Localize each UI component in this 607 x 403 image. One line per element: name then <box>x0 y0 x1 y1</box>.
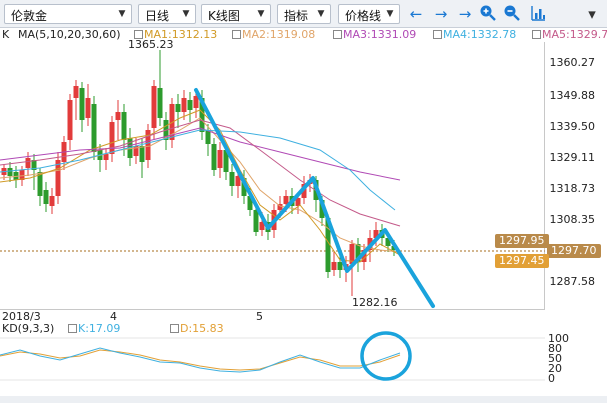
checkbox-icon[interactable] <box>68 324 77 333</box>
period-select[interactable]: 日线 ▼ <box>138 4 196 24</box>
candle-body <box>49 196 55 206</box>
indicator-select-value: 指标 <box>284 9 309 23</box>
y-tick-label: 1308.35 <box>549 213 596 226</box>
back-arrow-icon[interactable]: ← <box>406 4 426 24</box>
candle-body <box>79 88 85 120</box>
price-tag-ma2: 1297.45 <box>495 254 549 268</box>
candle-body <box>331 262 337 270</box>
candle-body <box>229 172 235 186</box>
y-tick-label: 1318.73 <box>549 182 596 195</box>
y-tick-label: 1349.88 <box>549 89 596 102</box>
current-price-tag: 1297.70 <box>547 244 601 258</box>
candle-body <box>55 160 61 196</box>
candlestick-chart[interactable] <box>0 42 545 396</box>
ma4-value: MA4:1332.78 <box>443 28 517 41</box>
y-tick-label: 1329.11 <box>549 151 596 164</box>
y-tick-label: 1287.58 <box>549 275 596 288</box>
candle-body <box>25 158 31 168</box>
chevron-down-icon: ▼ <box>257 9 265 19</box>
instrument-select-value: 伦敦金 <box>11 9 48 23</box>
k-label: K <box>2 28 10 41</box>
candle-body <box>151 86 157 128</box>
ma4-legend[interactable]: MA4:1332.78 <box>433 28 516 41</box>
kd-d-value: D:15.83 <box>180 322 224 335</box>
bottom-status-strip <box>0 396 607 403</box>
chevron-down-icon: ▼ <box>317 9 325 19</box>
candle-body <box>193 96 199 108</box>
ma3-value: MA3:1331.09 <box>343 28 417 41</box>
candles-group <box>1 50 397 296</box>
period-select-value: 日线 <box>145 9 170 23</box>
candle-body <box>121 112 127 140</box>
kd-k-legend[interactable]: K:17.09 <box>68 322 120 335</box>
candle-body <box>211 144 217 170</box>
candle-body <box>67 100 73 140</box>
chevron-down-icon: ▼ <box>182 9 190 19</box>
y-tick-label: 1360.27 <box>549 56 596 69</box>
price-tag-ma: 1297.95 <box>495 234 549 248</box>
checkbox-icon[interactable] <box>170 324 179 333</box>
kd-k-line <box>0 347 401 373</box>
candle-body <box>217 150 223 168</box>
chevron-down-icon[interactable]: ▾ <box>582 4 602 24</box>
candle-body <box>139 146 145 162</box>
candle-body <box>85 98 91 118</box>
ma5-legend[interactable]: MA5:1329.7 <box>532 28 607 41</box>
ma5-value: MA5:1329.7 <box>542 28 607 41</box>
ma3-legend[interactable]: MA3:1331.09 <box>333 28 416 41</box>
drawn-circle-annotation <box>360 331 412 381</box>
forward-arrow-icon-2[interactable]: → <box>455 4 475 24</box>
zoom-in-icon[interactable] <box>478 4 498 24</box>
line-type-select-value: 价格线 <box>345 9 382 23</box>
kd-d-legend[interactable]: D:15.83 <box>170 322 224 335</box>
checkbox-icon[interactable] <box>532 30 541 39</box>
candle-body <box>205 130 211 144</box>
checkbox-icon[interactable] <box>333 30 342 39</box>
checkbox-icon[interactable] <box>232 30 241 39</box>
trading-chart-window: 伦敦金 ▼ 日线 ▼ K线图 ▼ 指标 ▼ 价格线 ▼ ← → → ▾ K MA… <box>0 0 607 403</box>
candle-body <box>337 262 343 270</box>
chevron-down-icon: ▼ <box>386 9 394 19</box>
candle-body <box>157 88 163 118</box>
low-price-label: 1282.16 <box>352 296 398 309</box>
instrument-select[interactable]: 伦敦金 ▼ <box>4 4 132 24</box>
checkbox-icon[interactable] <box>433 30 442 39</box>
ma2-value: MA2:1319.08 <box>242 28 316 41</box>
candle-body <box>181 98 187 112</box>
candle-body <box>115 112 121 120</box>
line-type-select[interactable]: 价格线 ▼ <box>338 4 400 24</box>
candle-body <box>91 104 97 152</box>
chart-type-select[interactable]: K线图 ▼ <box>201 4 271 24</box>
candle-body <box>187 100 193 110</box>
zoom-out-icon[interactable] <box>502 4 522 24</box>
date-label: 5 <box>256 310 263 323</box>
ma-settings-label: MA(5,10,20,30,60) <box>18 28 121 41</box>
candle-body <box>109 122 115 154</box>
candle-body <box>43 190 49 204</box>
y-tick-label: 1339.50 <box>549 120 596 133</box>
chart-type-select-value: K线图 <box>208 9 240 23</box>
candle-body <box>145 130 151 160</box>
indicator-select[interactable]: 指标 ▼ <box>277 4 331 24</box>
candle-body <box>103 154 109 160</box>
chart-toolbar: 伦敦金 ▼ 日线 ▼ K线图 ▼ 指标 ▼ 价格线 ▼ ← → → ▾ <box>0 0 607 28</box>
candle-body <box>283 196 289 204</box>
kd-tick-label: 0 <box>548 372 555 385</box>
kd-title: KD(9,3,3) <box>2 322 55 335</box>
candle-body <box>253 210 259 232</box>
ma-legend: K MA(5,10,20,30,60) MA1:1312.13 MA2:1319… <box>0 28 607 42</box>
high-price-label: 1365.23 <box>128 38 174 51</box>
bar-chart-icon[interactable] <box>528 4 548 24</box>
forward-arrow-icon[interactable]: → <box>431 4 451 24</box>
kd-k-value: K:17.09 <box>78 322 121 335</box>
chevron-down-icon: ▼ <box>118 9 126 19</box>
ma2-legend[interactable]: MA2:1319.08 <box>232 28 315 41</box>
candle-body <box>175 104 181 112</box>
candle-body <box>73 86 79 98</box>
candle-body <box>7 168 13 176</box>
